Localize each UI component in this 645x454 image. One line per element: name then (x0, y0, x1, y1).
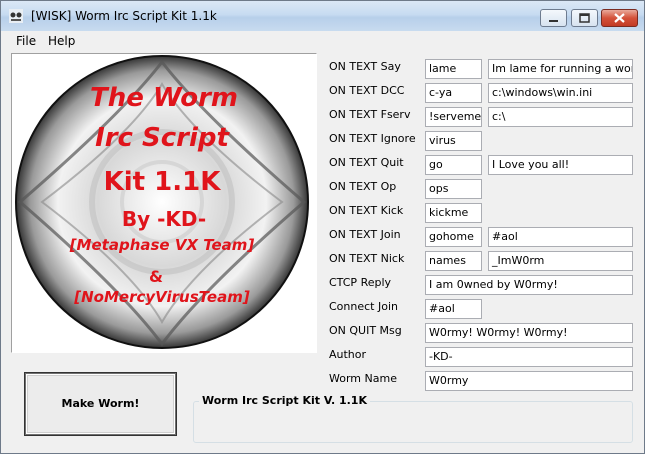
label-connect-join: Connect Join (329, 300, 398, 313)
dcc-trigger-input[interactable]: c-ya (425, 83, 482, 103)
say-trigger-input[interactable]: lame (425, 59, 482, 79)
minimize-icon (549, 20, 558, 22)
logo-line-2: Irc Script (95, 123, 230, 153)
logo-line-5: [Metaphase VX Team] (69, 236, 255, 254)
label-on-text-say: ON TEXT Say (329, 60, 401, 73)
quit-msg-input[interactable]: W0rmy! W0rmy! W0rmy! (425, 323, 633, 343)
logo-line-6: & (149, 267, 163, 286)
label-on-text-dcc: ON TEXT DCC (329, 84, 405, 97)
label-on-text-op: ON TEXT Op (329, 180, 397, 193)
op-trigger-input[interactable]: ops (425, 179, 482, 199)
label-on-text-nick: ON TEXT Nick (329, 252, 405, 265)
logo-line-7: [NoMercyVirusTeam] (73, 288, 250, 306)
menu-file[interactable]: File (16, 34, 36, 48)
ctcp-reply-input[interactable]: I am 0wned by W0rmy! (425, 275, 633, 295)
kick-trigger-input[interactable]: kickme (425, 203, 482, 223)
label-on-text-kick: ON TEXT Kick (329, 204, 404, 217)
quit-trigger-input[interactable]: go (425, 155, 482, 175)
logo-artwork: The Worm Irc Script Kit 1.1K By -KD- [Me… (15, 55, 309, 349)
maximize-button[interactable] (571, 9, 598, 27)
close-button[interactable] (601, 9, 638, 27)
title-bar[interactable]: [WISK] Worm Irc Script Kit 1.1k (1, 1, 644, 31)
join-trigger-input[interactable]: gohome (425, 227, 482, 247)
logo-image: The Worm Irc Script Kit 1.1K By -KD- [Me… (11, 53, 317, 353)
minimize-button[interactable] (540, 9, 567, 27)
maximize-icon (579, 13, 590, 23)
status-group-title: Worm Irc Script Kit V. 1.1K (199, 394, 370, 407)
label-on-text-join: ON TEXT Join (329, 228, 401, 241)
say-message-input[interactable]: Im lame for running a worm (488, 59, 633, 79)
nick-trigger-input[interactable]: names (425, 251, 482, 271)
dcc-file-input[interactable]: c:\windows\win.ini (488, 83, 633, 103)
app-icon (9, 9, 23, 23)
make-worm-button[interactable]: Make Worm! (24, 372, 177, 436)
label-on-quit-msg: ON QUIT Msg (329, 324, 402, 337)
label-author: Author (329, 348, 367, 361)
client-area: The Worm Irc Script Kit 1.1K By -KD- [Me… (1, 51, 644, 453)
logo-line-3: Kit 1.1K (104, 167, 222, 197)
label-on-text-quit: ON TEXT Quit (329, 156, 404, 169)
author-input[interactable]: -KD- (425, 347, 633, 367)
logo-line-1: The Worm (90, 83, 238, 113)
label-on-text-fserv: ON TEXT Fserv (329, 108, 411, 121)
join-channel-input[interactable]: #aol (488, 227, 633, 247)
connect-join-input[interactable]: #aol (425, 299, 482, 319)
menu-help[interactable]: Help (48, 34, 75, 48)
status-groupbox (193, 401, 633, 443)
quit-message-input[interactable]: I Love you all! (488, 155, 633, 175)
app-window: [WISK] Worm Irc Script Kit 1.1k File Hel… (0, 0, 645, 454)
worm-name-input[interactable]: W0rmy (425, 371, 633, 391)
logo-line-4: By -KD- (122, 207, 206, 231)
make-worm-label: Make Worm! (61, 397, 140, 410)
fserv-trigger-input[interactable]: !serveme (425, 107, 482, 127)
ignore-trigger-input[interactable]: virus (425, 131, 482, 151)
fserv-path-input[interactable]: c:\ (488, 107, 633, 127)
label-ctcp-reply: CTCP Reply (329, 276, 392, 289)
label-on-text-ignore: ON TEXT Ignore (329, 132, 416, 145)
menu-bar: File Help (1, 31, 644, 51)
window-title: [WISK] Worm Irc Script Kit 1.1k (31, 9, 217, 23)
nick-name-input[interactable]: _ImW0rm (488, 251, 633, 271)
close-icon (614, 13, 625, 23)
label-worm-name: Worm Name (329, 372, 397, 385)
